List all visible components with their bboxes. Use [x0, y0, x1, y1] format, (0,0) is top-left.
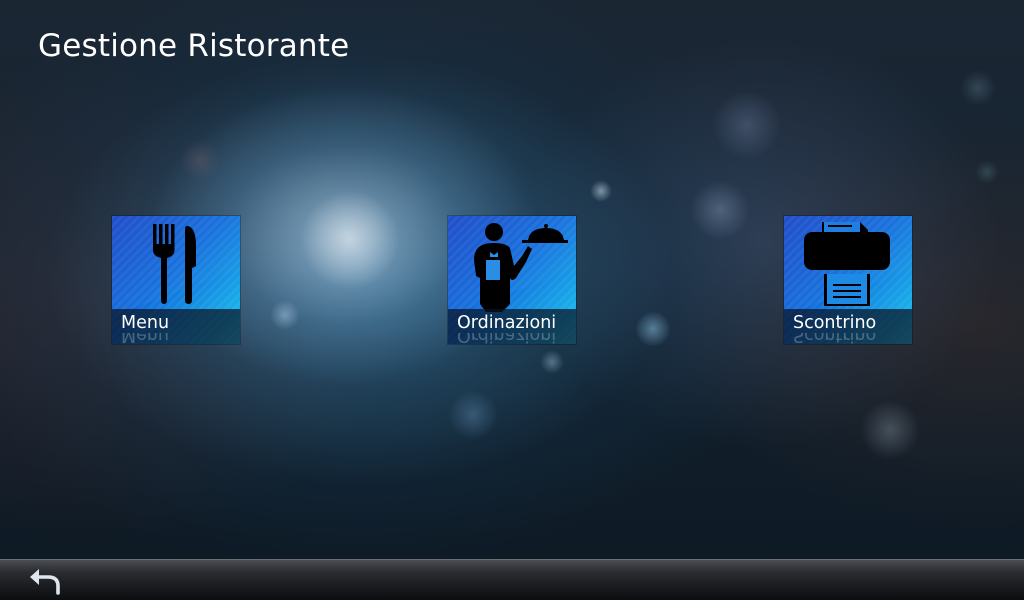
bokeh-light — [540, 350, 564, 374]
bokeh-light — [448, 390, 498, 440]
menu-tile-label-reflection: Menu — [121, 333, 170, 344]
bokeh-light — [590, 180, 612, 202]
fork-knife-icon — [153, 224, 196, 304]
printer-icon — [804, 222, 890, 306]
bokeh-light — [960, 70, 996, 106]
back-button[interactable] — [26, 566, 66, 596]
bokeh-light — [180, 140, 220, 180]
ordinazioni-tile-label: Ordinazioni — [457, 313, 557, 333]
bokeh-light — [975, 160, 999, 184]
menu-tile-label: Menu — [121, 313, 170, 333]
scontrino-tile-label-reflection: Scontrino — [793, 333, 877, 344]
bokeh-light — [860, 400, 920, 460]
bokeh-light — [690, 180, 750, 240]
back-arrow-icon — [30, 569, 60, 595]
menu-tile[interactable]: Menu Menu — [112, 216, 240, 344]
bokeh-light — [300, 190, 400, 290]
bokeh-light — [636, 312, 670, 346]
waiter-icon — [474, 223, 568, 312]
navigation-bar — [0, 559, 1024, 600]
bokeh-light — [270, 300, 300, 330]
bokeh-light — [712, 90, 782, 160]
scontrino-tile[interactable]: Scontrino Scontrino — [784, 216, 912, 344]
scontrino-tile-label: Scontrino — [793, 313, 877, 333]
page-title: Gestione Ristorante — [38, 28, 350, 64]
ordinazioni-tile-label-reflection: Ordinazioni — [457, 333, 557, 344]
ordinazioni-tile[interactable]: Ordinazioni Ordinazioni — [448, 216, 576, 344]
